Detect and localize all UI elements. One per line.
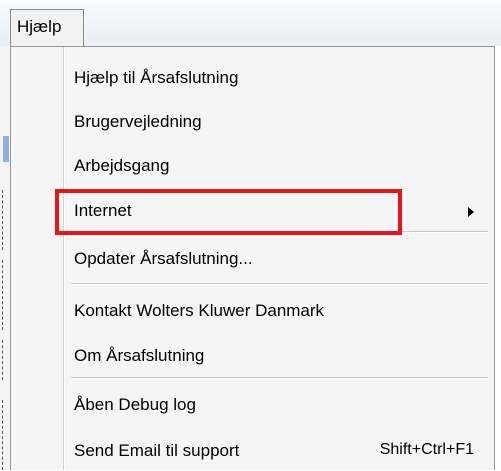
menu-item-update-year-end[interactable]: Opdater Årsafslutning... <box>11 239 494 279</box>
menu-item-label: Hjælp til Årsafslutning <box>74 68 239 87</box>
annotation-highlight-box <box>55 189 402 235</box>
menu-item-user-guide[interactable]: Brugervejledning <box>11 102 494 142</box>
background-selection-fragment <box>3 136 9 162</box>
menu-help-tab[interactable]: Hjælp <box>10 9 84 47</box>
menu-item-shortcut: Shift+Ctrl+F1 <box>379 441 474 458</box>
menu-item-label: Åben Debug log <box>74 395 196 414</box>
submenu-arrow-icon <box>468 207 474 217</box>
menu-item-label: Opdater Årsafslutning... <box>74 249 253 268</box>
menu-item-label: Om Årsafslutning <box>74 346 205 365</box>
menu-separator <box>71 377 488 379</box>
background-dashed-line <box>2 400 4 470</box>
menu-item-send-email-support[interactable]: Send Email til support Shift+Ctrl+F1 <box>11 431 494 471</box>
background-dashed-line <box>2 260 4 330</box>
menu-item-label: Send Email til support <box>74 441 240 460</box>
menu-item-label: Kontakt Wolters Kluwer Danmark <box>74 301 325 320</box>
background-dashed-line <box>2 340 4 380</box>
background-dashed-line <box>2 190 4 250</box>
menu-item-label: Arbejdsgang <box>74 156 170 175</box>
menu-item-help-year-end[interactable]: Hjælp til Årsafslutning <box>11 58 494 98</box>
menu-item-contact-wolters-kluwer[interactable]: Kontakt Wolters Kluwer Danmark <box>11 291 494 331</box>
menu-item-workflow[interactable]: Arbejdsgang <box>11 146 494 186</box>
menu-item-about[interactable]: Om Årsafslutning <box>11 336 494 376</box>
help-dropdown-menu: Hjælp til Årsafslutning Brugervejledning… <box>10 46 495 470</box>
menu-separator <box>71 283 488 285</box>
menu-item-open-debug-log[interactable]: Åben Debug log <box>11 385 494 425</box>
menu-bar: Hjælp <box>0 0 501 47</box>
menu-item-label: Brugervejledning <box>74 112 202 131</box>
